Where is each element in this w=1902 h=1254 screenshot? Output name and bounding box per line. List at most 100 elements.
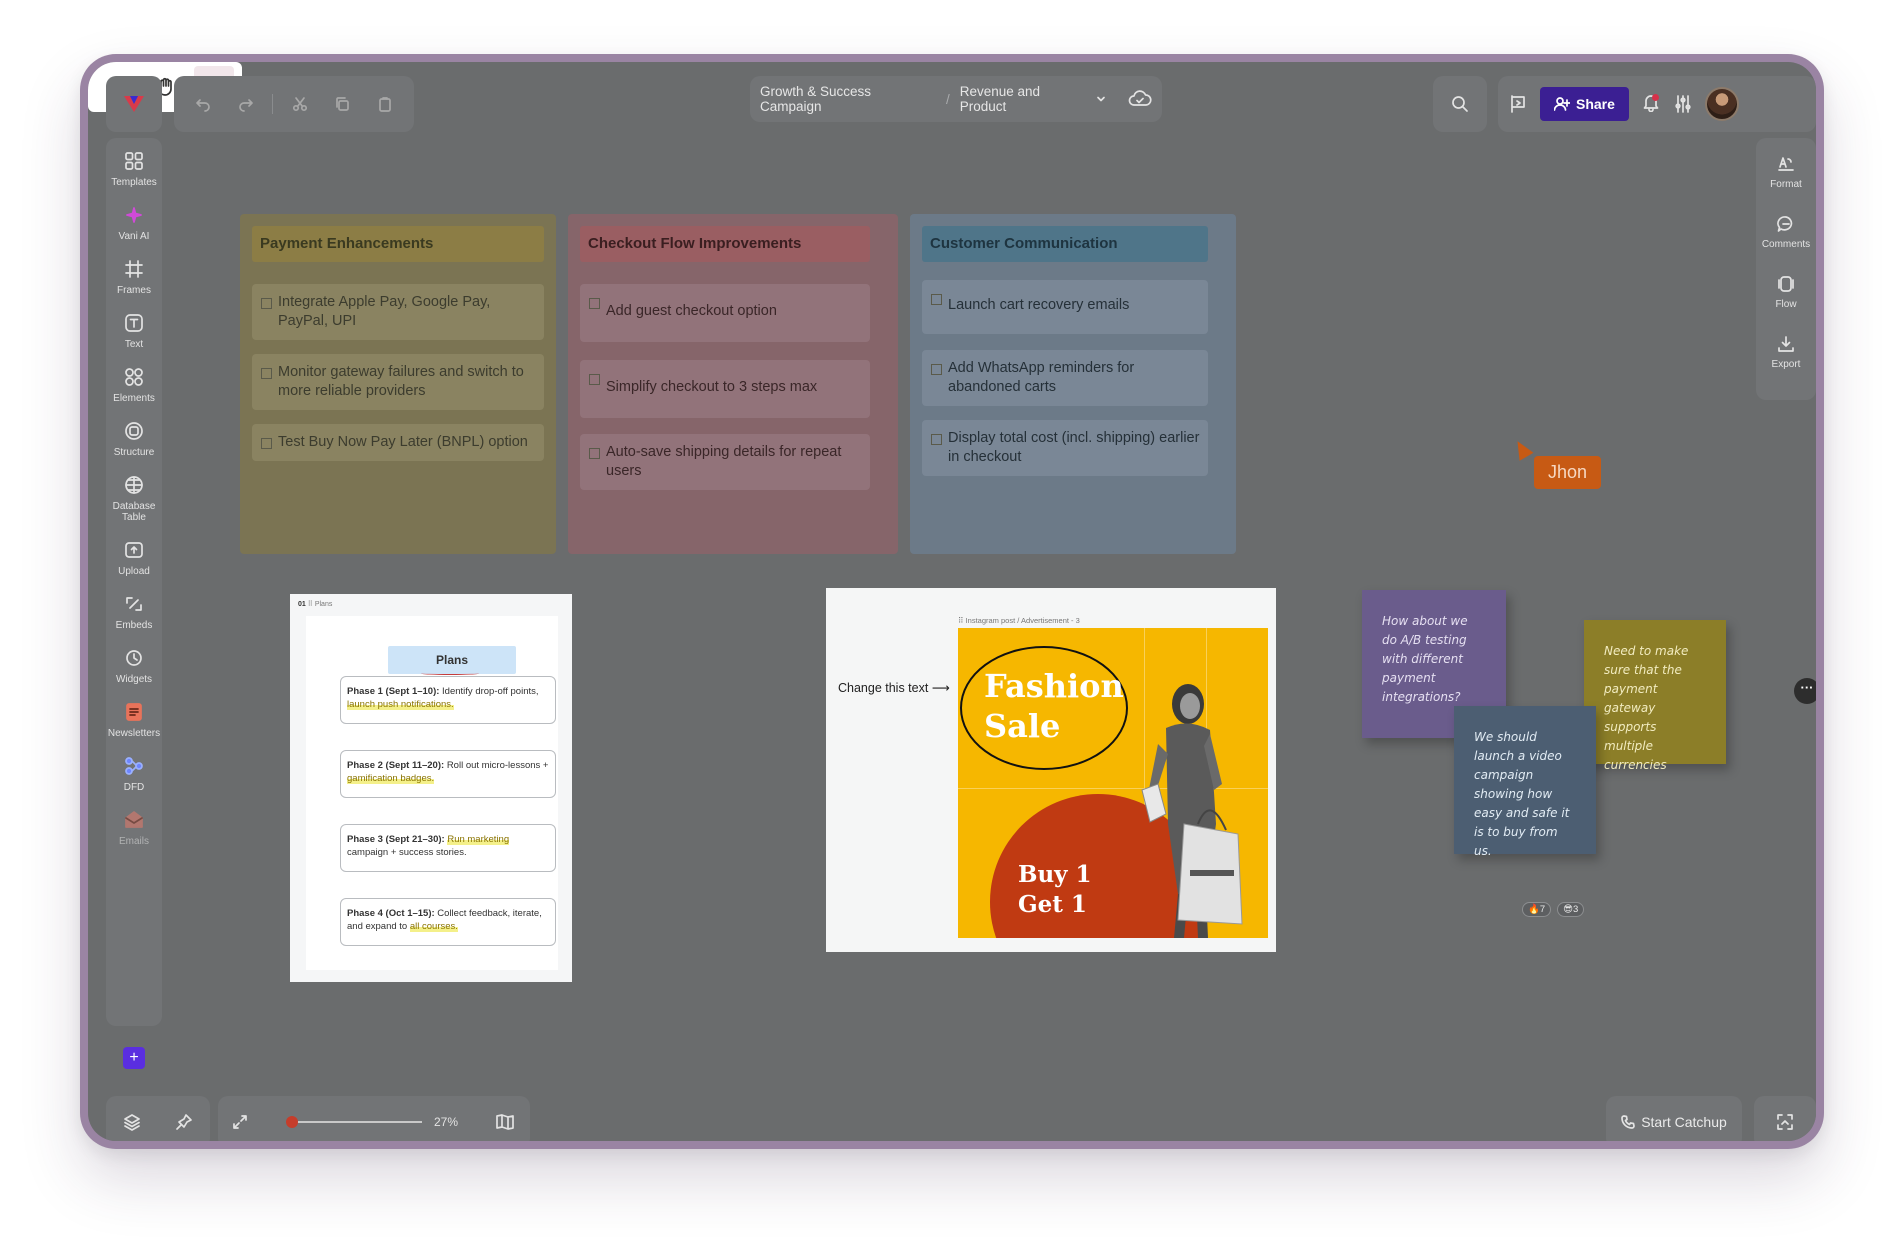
device-frame: Growth & Success Campaign / Revenue and …: [80, 54, 1824, 1149]
sidebar-item-widgets[interactable]: Widgets: [106, 645, 162, 685]
right-item-comments[interactable]: Comments: [1762, 212, 1810, 250]
sparkle-icon: [121, 202, 147, 228]
layers-icon[interactable]: [123, 1113, 141, 1131]
comment-bubble-icon[interactable]: ···: [1794, 678, 1816, 704]
instagram-post-frame[interactable]: ⠿ Instagram post / Advertisement - 3 Cha…: [826, 588, 1276, 952]
zoom-slider-handle[interactable]: [286, 1116, 298, 1128]
annotation-text[interactable]: Change this text ⟶: [838, 680, 950, 695]
instagram-post[interactable]: Fashion Sale Buy 1 Get 1: [958, 628, 1268, 938]
right-item-format[interactable]: Format: [1770, 152, 1802, 190]
reaction-cool[interactable]: 😎3: [1557, 902, 1585, 917]
notifications-button[interactable]: [1641, 92, 1661, 117]
list-item[interactable]: Monitor gateway failures and switch to m…: [252, 354, 544, 410]
right-item-flow[interactable]: Flow: [1774, 272, 1798, 310]
chevron-down-icon[interactable]: [1096, 94, 1106, 104]
sidebar-item-database-table[interactable]: Database Table: [106, 472, 162, 523]
settings-sliders-icon[interactable]: [1673, 94, 1693, 114]
offer-text[interactable]: Buy 1 Get 1: [1018, 860, 1092, 920]
breadcrumb-separator: /: [945, 91, 950, 107]
phase-highlight: gamification badges.: [347, 773, 435, 784]
phase-card[interactable]: Phase 4 (Oct 1–15): Collect feedback, it…: [340, 898, 556, 946]
plans-title[interactable]: Plans: [388, 646, 516, 674]
reaction-emoji: 🔥: [1528, 904, 1540, 915]
sidebar-item-newsletters[interactable]: Newsletters: [106, 699, 162, 739]
share-button[interactable]: Share: [1540, 87, 1629, 121]
reaction-fire[interactable]: 🔥7: [1522, 902, 1552, 917]
start-catchup-button[interactable]: Start Catchup: [1606, 1096, 1742, 1141]
sidebar-item-structure[interactable]: Structure: [106, 418, 162, 458]
sidebar-item-templates[interactable]: Templates: [106, 148, 162, 188]
list-item[interactable]: Add WhatsApp reminders for abandoned car…: [922, 350, 1208, 406]
plans-frame[interactable]: 01 ⠿ Plans Plans Phase 1 (Sept 1–10): Id…: [290, 594, 572, 982]
sidebar-item-emails[interactable]: Emails: [106, 807, 162, 847]
sidebar-item-label: Database Table: [112, 501, 156, 523]
sidebar-item-label: Emails: [118, 836, 149, 847]
fullscreen-icon[interactable]: [232, 1114, 248, 1130]
reaction-count: 7: [1539, 904, 1546, 915]
phase-card[interactable]: Phase 1 (Sept 1–10): Identify drop-off p…: [340, 676, 556, 724]
divider: [272, 94, 274, 114]
catchup-label: Start Catchup: [1641, 1114, 1727, 1130]
canvas[interactable]: Growth & Success Campaign / Revenue and …: [88, 62, 1816, 1141]
phase-text: Roll out micro-lessons +: [446, 760, 549, 771]
focus-mode-button[interactable]: [1754, 1096, 1816, 1141]
minimap-icon[interactable]: [496, 1114, 514, 1130]
templates-icon: [121, 148, 147, 174]
breadcrumb-project[interactable]: Growth & Success Campaign: [760, 84, 936, 114]
redo-icon[interactable]: [230, 88, 262, 120]
sidebar-item-vani-ai[interactable]: Vani AI: [106, 202, 162, 242]
list-item[interactable]: Display total cost (incl. shipping) earl…: [922, 420, 1208, 476]
list-item[interactable]: Test Buy Now Pay Later (BNPL) option: [252, 424, 544, 461]
sidebar-item-frames[interactable]: Frames: [106, 256, 162, 296]
board-column-payment[interactable]: Payment Enhancements Integrate Apple Pay…: [240, 214, 556, 554]
list-item[interactable]: Launch cart recovery emails: [922, 280, 1208, 334]
right-item-export[interactable]: Export: [1772, 332, 1800, 370]
sticky-note[interactable]: We should launch a video campaign showin…: [1454, 706, 1596, 858]
model-photo: [1141, 684, 1243, 938]
reaction-emoji: 😎: [1563, 904, 1574, 915]
list-item[interactable]: Simplify checkout to 3 steps max: [580, 360, 870, 418]
search-button[interactable]: [1433, 76, 1487, 132]
email-icon: [121, 807, 147, 833]
phase-text: Identify drop-off points,: [442, 686, 539, 697]
headline[interactable]: Fashion Sale: [984, 666, 1124, 746]
frame-index: 01: [298, 601, 306, 608]
list-item[interactable]: Integrate Apple Pay, Google Pay, PayPal,…: [252, 284, 544, 340]
text-icon: [121, 310, 147, 336]
undo-icon[interactable]: [187, 88, 219, 120]
logo[interactable]: [106, 76, 162, 132]
phase-card[interactable]: Phase 3 (Sept 21–30): Run marketing camp…: [340, 824, 556, 872]
breadcrumb: Growth & Success Campaign / Revenue and …: [750, 76, 1162, 122]
copy-icon[interactable]: [326, 88, 358, 120]
present-icon[interactable]: [1508, 94, 1528, 114]
add-button[interactable]: +: [123, 1047, 145, 1069]
column-title[interactable]: Payment Enhancements: [252, 226, 544, 262]
cut-icon[interactable]: [284, 88, 316, 120]
sidebar-item-embeds[interactable]: Embeds: [106, 591, 162, 631]
clipboard-icon[interactable]: [369, 88, 401, 120]
breadcrumb-page[interactable]: Revenue and Product: [960, 84, 1090, 114]
collaborator-name: Jhon: [1534, 456, 1602, 489]
phase-label: Phase 2 (Sept 11–20):: [347, 760, 445, 771]
share-label: Share: [1576, 96, 1615, 112]
list-item[interactable]: Auto-save shipping details for repeat us…: [580, 434, 870, 490]
pin-icon[interactable]: [175, 1113, 193, 1131]
plans-page: Plans Phase 1 (Sept 1–10): Identify drop…: [306, 616, 558, 970]
list-item[interactable]: Add guest checkout option: [580, 284, 870, 342]
layers-toolbar: [106, 1096, 210, 1141]
column-title[interactable]: Customer Communication: [922, 226, 1208, 262]
avatar[interactable]: [1704, 87, 1739, 121]
sidebar-item-upload[interactable]: Upload: [106, 537, 162, 577]
sidebar-item-elements[interactable]: Elements: [106, 364, 162, 404]
sidebar-item-dfd[interactable]: DFD: [106, 753, 162, 793]
board-column-checkout[interactable]: Checkout Flow Improvements Add guest che…: [568, 214, 898, 554]
newsletter-icon: [121, 699, 147, 725]
phase-card[interactable]: Phase 2 (Sept 11–20): Roll out micro-les…: [340, 750, 556, 798]
zoom-slider[interactable]: [286, 1116, 422, 1128]
sidebar-item-text[interactable]: Text: [106, 310, 162, 350]
board-column-communication[interactable]: Customer Communication Launch cart recov…: [910, 214, 1236, 554]
focus-frame-icon: [1776, 1113, 1794, 1131]
search-icon: [1451, 95, 1469, 113]
sticky-note[interactable]: Need to make sure that the payment gatew…: [1584, 620, 1726, 772]
column-title[interactable]: Checkout Flow Improvements: [580, 226, 870, 262]
